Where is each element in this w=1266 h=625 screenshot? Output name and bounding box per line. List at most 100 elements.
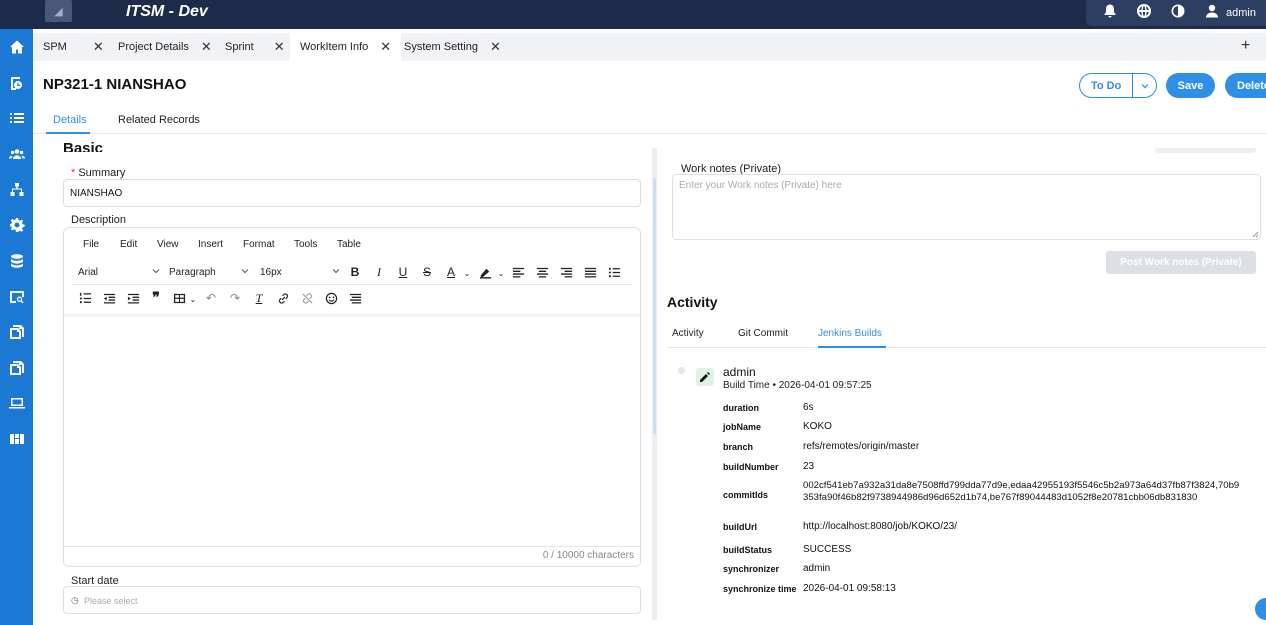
menu-insert[interactable]: Insert [198,239,223,250]
font-family-select[interactable]: Arial [78,261,160,283]
pencil-icon [696,368,714,386]
tab-activity[interactable]: Activity [672,328,704,339]
bold-icon[interactable]: B [348,265,362,279]
field-value: admin [803,563,831,574]
field-value: 2026-04-01 09:58:13 [803,583,896,594]
tab-workitem-info[interactable]: WorkItem Info ✕ [290,33,402,61]
team-icon[interactable] [0,140,33,168]
table-icon[interactable] [172,291,186,305]
status-label: To Do [1090,79,1122,92]
tab-label: Project Details [118,41,189,53]
menu-view[interactable]: View [157,239,179,250]
redo-icon[interactable]: ↷ [228,291,242,305]
align-right-icon[interactable] [559,265,573,279]
more-icon[interactable] [348,291,362,305]
copy-icon[interactable] [0,318,33,346]
user-icon[interactable] [1204,3,1220,24]
tab-jenkins-builds[interactable]: Jenkins Builds [818,328,882,339]
close-icon[interactable]: ✕ [380,39,391,55]
post-worknotes-button[interactable]: Post Work notes (Private) [1106,251,1256,274]
subtab-related-records[interactable]: Related Records [118,114,200,126]
worknotes-textarea[interactable]: Enter your Work notes (Private) here [672,174,1261,240]
tab-project-details[interactable]: Project Details ✕ [118,33,212,61]
list-icon[interactable] [0,104,33,132]
task-board-icon[interactable] [0,69,33,97]
unlink-icon[interactable] [300,291,314,305]
toolbar-shadow [64,314,640,318]
menu-tools[interactable]: Tools [294,239,317,250]
grid-icon[interactable] [0,425,33,453]
summary-label-text: Summary [78,167,126,179]
close-icon[interactable]: ✕ [490,39,501,55]
help-float-button[interactable] [1255,598,1266,620]
tab-sprint[interactable]: Sprint ✕ [225,33,285,61]
italic-icon[interactable]: I [372,265,386,279]
menu-edit[interactable]: Edit [120,239,137,250]
field-value: 23 [803,461,815,472]
tab-bar: SPM ✕ Project Details ✕ Sprint ✕ WorkItem I… [33,33,1266,61]
blockquote-icon[interactable]: ❞ [149,289,163,305]
close-icon[interactable]: ✕ [274,39,285,55]
build-url-link[interactable]: http://localhost:8080/job/KOKO/23/ [803,521,957,532]
text-color-icon[interactable]: A [444,265,458,279]
close-icon[interactable]: ✕ [201,39,212,55]
align-left-icon[interactable] [511,265,525,279]
strikethrough-icon[interactable]: S [420,265,434,279]
delete-button[interactable]: Delete [1225,73,1266,98]
emoji-icon[interactable] [324,291,338,305]
tab-spm[interactable]: SPM ✕ [43,33,104,61]
tab-system-setting[interactable]: System Setting ✕ [404,33,501,61]
menu-format[interactable]: Format [243,239,275,250]
bullet-list-icon[interactable] [607,265,621,279]
app-logo[interactable]: ◢ [45,0,72,22]
field-key: branch [723,442,754,452]
rich-text-editor[interactable]: File Edit View Insert Format Tools Table… [63,227,641,567]
summary-input[interactable]: NIANSHAO [63,179,641,207]
chevron-down-icon[interactable]: ⌄ [460,266,474,280]
laptop-icon[interactable] [0,389,33,417]
block-format-select[interactable]: Paragraph [169,261,249,283]
resize-handle-icon[interactable] [1252,231,1259,238]
pane-scrollbar[interactable] [652,148,657,620]
contrast-icon[interactable] [1170,3,1186,24]
field-key: buildNumber [723,462,779,472]
clear-format-icon[interactable]: T [252,291,266,305]
top-bar: ◢ ITSM - Dev admin [0,0,1266,29]
bell-icon[interactable] [1102,3,1118,24]
indent-icon[interactable] [126,291,140,305]
add-tab-button[interactable]: + [1241,37,1250,55]
top-actions: admin [1086,0,1266,26]
tab-git-commit[interactable]: Git Commit [738,328,788,339]
save-button[interactable]: Save [1166,73,1215,98]
close-icon[interactable]: ✕ [93,39,104,55]
hierarchy-icon[interactable] [0,176,33,204]
numbered-list-icon[interactable] [78,291,92,305]
font-size-select[interactable]: 16px [260,261,340,283]
undo-icon[interactable]: ↶ [204,291,218,305]
justify-icon[interactable] [583,265,597,279]
field-key: jobName [723,422,762,432]
field-key: synchronizer [723,564,780,574]
highlight-icon[interactable] [478,265,492,279]
status-dropdown[interactable]: To Do [1079,73,1157,98]
subtab-details[interactable]: Details [53,114,87,126]
chevron-down-icon[interactable]: ⌄ [186,292,200,306]
user-name[interactable]: admin [1226,7,1256,19]
link-icon[interactable] [276,291,290,305]
align-center-icon[interactable] [535,265,549,279]
menu-table[interactable]: Table [337,239,361,250]
field-value: KOKO [803,421,832,432]
database-icon[interactable] [0,247,33,275]
scrollbar-thumb[interactable] [653,178,656,434]
search-report-icon[interactable] [0,283,33,311]
start-date-input[interactable]: ◷ Please select [63,586,641,614]
menu-file[interactable]: File [83,239,99,250]
settings-icon[interactable] [0,211,33,239]
document-icon[interactable] [0,354,33,382]
chevron-down-icon[interactable]: ⌄ [494,266,508,280]
home-icon[interactable] [0,33,33,61]
chevron-down-icon[interactable] [1132,74,1156,97]
underline-icon[interactable]: U [396,265,410,279]
outdent-icon[interactable] [102,291,116,305]
globe-icon[interactable] [1136,3,1152,24]
